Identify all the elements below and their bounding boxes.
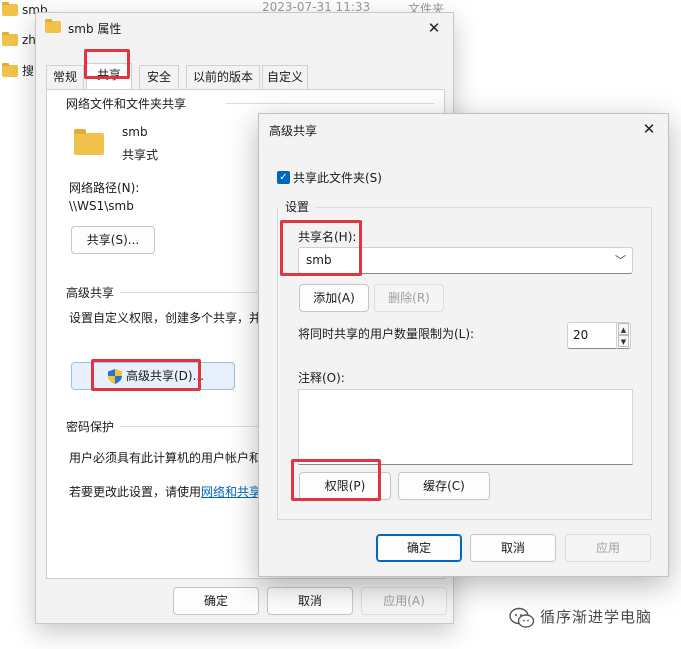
user-limit-stepper[interactable]: 20 ▲ ▼ (567, 322, 631, 349)
network-path-value: \\WS1\smb (69, 199, 134, 213)
apply-button[interactable]: 应用 (565, 534, 651, 562)
advanced-description: 设置自定义权限，创建多个共享，并 (69, 311, 262, 325)
advanced-group-title: 高级共享 (66, 286, 115, 300)
close-icon[interactable]: ✕ (630, 114, 668, 144)
password-change-prefix: 若要更改此设置，请使用 (69, 485, 202, 499)
spin-down-icon[interactable]: ▼ (618, 335, 629, 347)
network-sharing-link[interactable]: 网络和共享 (201, 485, 261, 499)
password-description: 用户必须具有此计算机的用户帐户和 (69, 451, 262, 465)
folder-icon (2, 63, 18, 77)
folder-icon (74, 133, 104, 155)
folder-icon (2, 2, 18, 16)
network-path-label: 网络路径(N): (69, 181, 140, 195)
tab-customize[interactable]: 自定义 (262, 65, 308, 89)
add-button[interactable]: 添加(A) (299, 284, 369, 312)
ok-button[interactable]: 确定 (376, 534, 462, 562)
group-divider (315, 207, 652, 208)
cancel-button[interactable]: 取消 (470, 534, 556, 562)
chevron-down-icon: ﹀ (615, 254, 626, 267)
cancel-button[interactable]: 取消 (267, 587, 353, 615)
share-folder-checkbox[interactable]: ✓ (277, 171, 290, 184)
user-limit-value: 20 (573, 328, 589, 342)
close-icon[interactable]: ✕ (415, 13, 453, 43)
password-change-text: 若要更改此设置，请使用网络和共享 (69, 483, 261, 500)
advanced-sharing-dialog: 高级共享 ✕ ✓ 共享此文件夹(S) 设置 共享名(H): smb ﹀ 添加(A… (258, 113, 669, 577)
dialog-title: 高级共享 (269, 124, 318, 138)
caching-button[interactable]: 缓存(C) (398, 472, 490, 500)
ok-button[interactable]: 确定 (173, 587, 259, 615)
comment-field[interactable] (298, 389, 633, 465)
file-name: zh (22, 33, 36, 47)
share-button[interactable]: 共享(S)... (71, 226, 155, 254)
folder-name: smb (122, 125, 148, 139)
user-limit-label: 将同时共享的用户数量限制为(L): (298, 327, 475, 341)
tab-previous-versions[interactable]: 以前的版本 (186, 65, 260, 89)
share-folder-label: 共享此文件夹(S) (293, 171, 382, 185)
share-name-label: 共享名(H): (298, 230, 357, 244)
dialog-title-bar: 高级共享 ✕ (259, 114, 668, 144)
permissions-button[interactable]: 权限(P) (299, 472, 391, 500)
watermark-text: 循序渐进学电脑 (540, 608, 653, 626)
password-group-title: 密码保护 (66, 420, 115, 434)
advanced-sharing-button[interactable]: 高级共享(D)... (71, 362, 235, 390)
tab-security[interactable]: 安全 (139, 65, 179, 89)
network-group-title: 网络文件和文件夹共享 (66, 97, 187, 111)
remove-button[interactable]: 删除(R) (374, 284, 444, 312)
folder-icon (2, 32, 18, 46)
spin-buttons: ▲ ▼ (616, 323, 630, 349)
file-name: 搜 (22, 64, 35, 78)
share-name-value: smb (306, 253, 332, 267)
wechat-icon (509, 607, 535, 628)
spin-up-icon[interactable]: ▲ (618, 323, 629, 335)
uac-shield-icon (108, 369, 122, 384)
group-divider (226, 103, 434, 104)
advanced-sharing-label: 高级共享(D)... (126, 369, 205, 383)
title-bar: smb 属性 ✕ (36, 13, 453, 43)
apply-button[interactable]: 应用(A) (361, 587, 447, 615)
comment-label: 注释(O): (298, 371, 345, 385)
tab-sharing[interactable]: 共享 (86, 63, 132, 90)
share-name-select[interactable]: smb ﹀ (298, 247, 633, 274)
share-state: 共享式 (122, 148, 159, 162)
folder-tab-shape (74, 129, 86, 134)
tab-general[interactable]: 常规 (46, 65, 84, 89)
window-title: smb 属性 (68, 22, 122, 36)
folder-icon (45, 19, 61, 33)
